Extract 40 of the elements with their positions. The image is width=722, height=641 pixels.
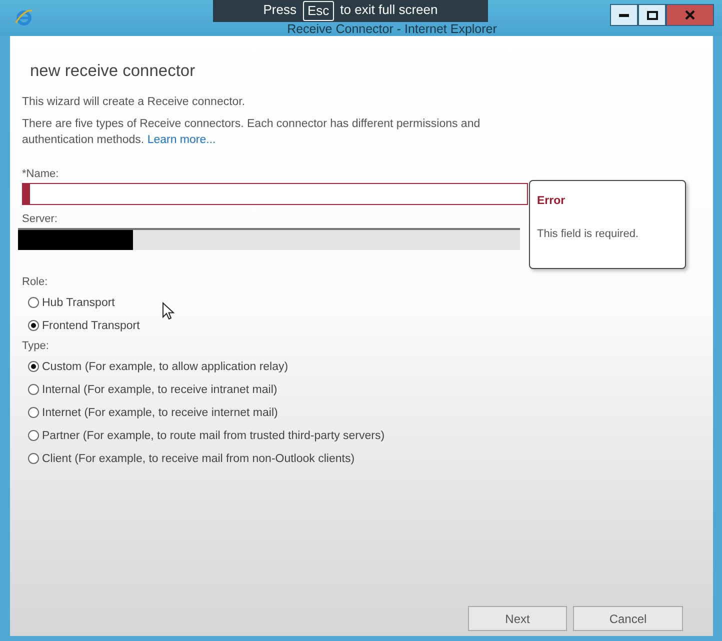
radio-button[interactable]	[28, 453, 39, 464]
mouse-pointer-icon	[162, 302, 175, 321]
description-text: There are five types of Receive connectors. Each connector has different permissions and authentication methods. Learn more...	[22, 117, 482, 148]
window-title: Receive Connector - Internet Explorer	[286, 22, 498, 36]
learn-more-link[interactable]: Learn more...	[147, 134, 216, 146]
intro-text: This wizard will create a Receive connector.	[22, 95, 246, 110]
cancel-button[interactable]: Cancel	[573, 606, 683, 631]
radio-button[interactable]	[28, 384, 39, 395]
radio-option[interactable]: Partner (For example, to route mail from trusted third-party servers)	[28, 424, 385, 447]
notice-text: to exit full screen	[340, 1, 438, 19]
minimize-button[interactable]	[610, 4, 638, 26]
radio-button[interactable]	[28, 361, 39, 372]
group-label: Role:	[22, 276, 49, 288]
radio-option[interactable]: Internet (For example, to receive internet mail)	[28, 401, 278, 424]
radio-option[interactable]: Frontend Transport	[28, 314, 140, 337]
radio-button[interactable]	[28, 297, 39, 308]
notice-text: Press	[263, 1, 296, 19]
field-label: Server:	[22, 213, 58, 225]
field-label: *Name:	[22, 168, 60, 180]
radio-option[interactable]: Hub Transport	[28, 291, 115, 314]
error-message: This field is required.	[537, 228, 638, 240]
maximize-icon	[646, 10, 658, 20]
browser-logo-icon	[14, 7, 34, 27]
maximize-button[interactable]	[638, 4, 666, 26]
next-button[interactable]: Next	[468, 606, 567, 631]
group-label: Type:	[22, 340, 50, 352]
minimize-icon	[619, 14, 629, 16]
radio-option[interactable]: Internal (For example, to receive intranet mail)	[28, 378, 278, 401]
radio-button[interactable]	[28, 407, 39, 418]
close-icon	[685, 10, 695, 20]
wizard-heading: new receive connector	[29, 61, 196, 82]
radio-button[interactable]	[28, 320, 39, 331]
radio-option[interactable]: Custom (For example, to allow application relay)	[28, 355, 288, 378]
error-title: Error	[537, 195, 566, 207]
name-field[interactable]	[22, 183, 528, 205]
radio-button[interactable]	[28, 430, 39, 441]
close-button[interactable]	[666, 4, 714, 26]
server-field[interactable]	[18, 228, 520, 250]
radio-option[interactable]: Client (For example, to receive mail from non-Outlook clients)	[28, 447, 355, 470]
key-label: Esc	[302, 1, 334, 21]
